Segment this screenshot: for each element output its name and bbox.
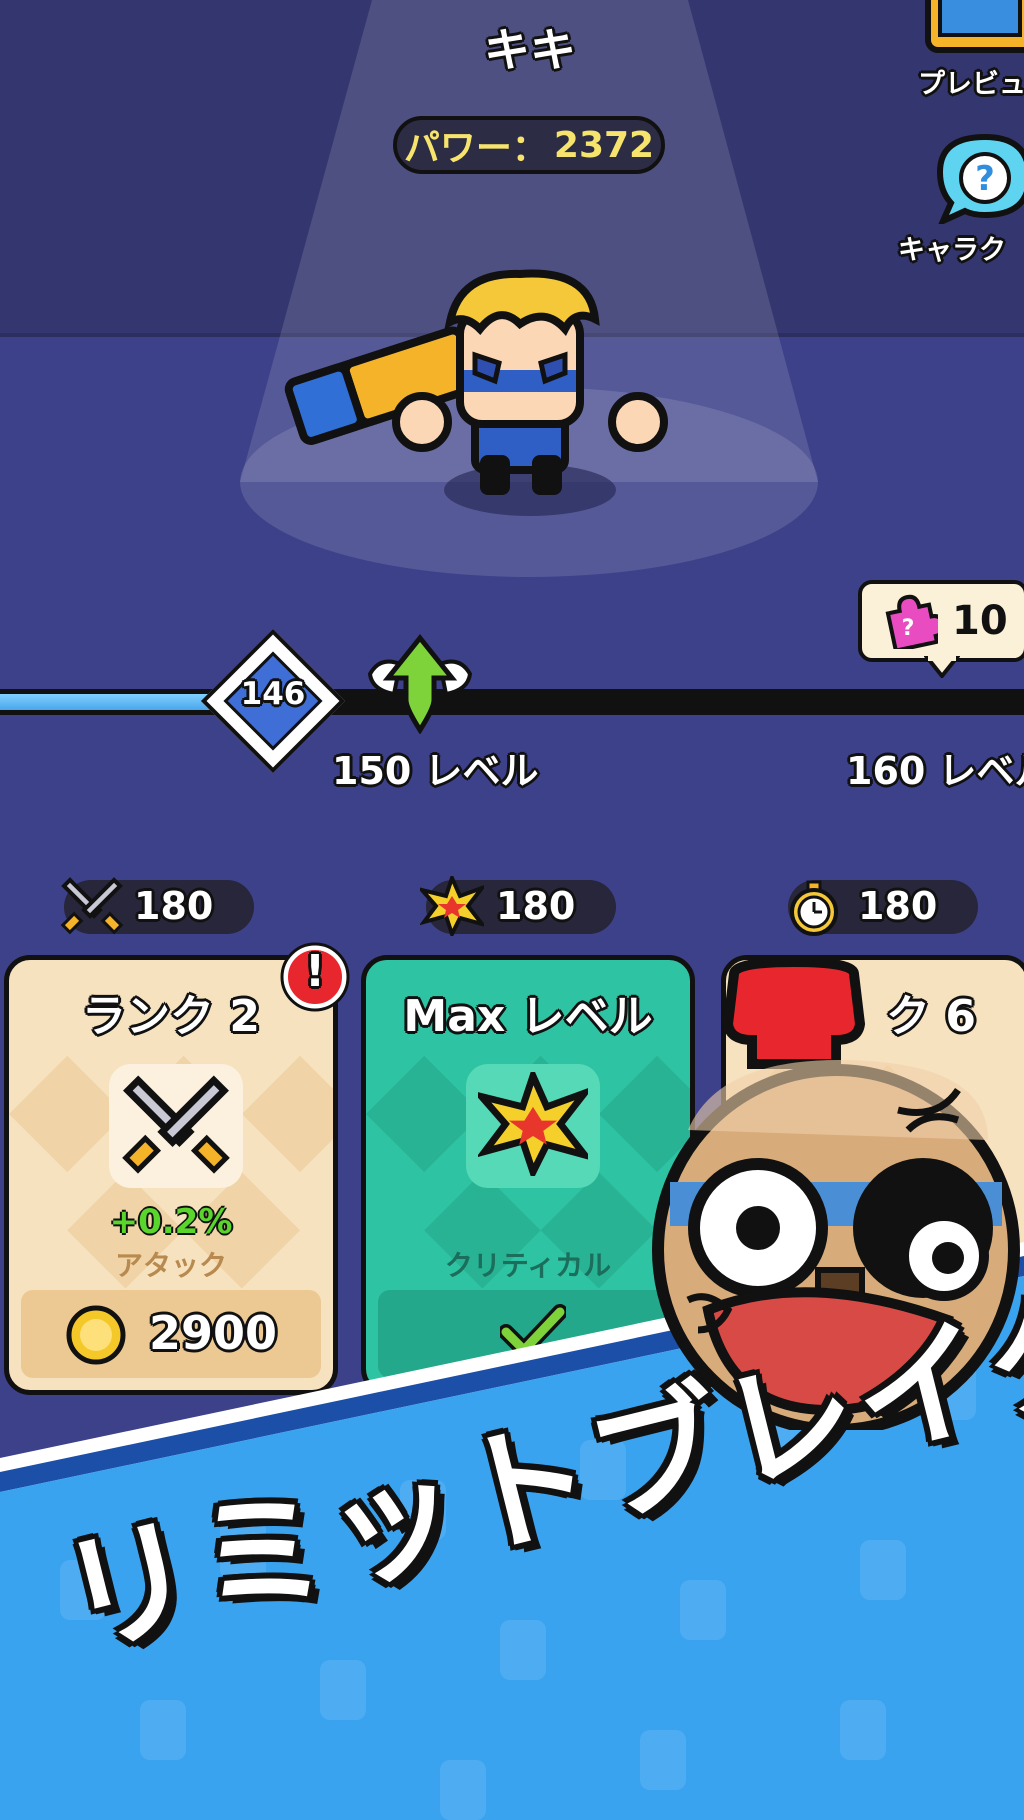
check-icon — [500, 1304, 566, 1358]
svg-text:?: ? — [975, 159, 995, 199]
current-level-value: 146 — [240, 676, 306, 712]
milestone-160-label: 160 レベル — [846, 749, 1024, 793]
puzzle-piece-count: 10 — [952, 598, 1008, 644]
crossed-swords-icon — [122, 1075, 230, 1174]
character-sprite — [284, 269, 668, 516]
level-progress-fill — [0, 694, 216, 710]
critical-max-card[interactable]: Max レベル クリティカル — [361, 955, 695, 1395]
power-label: パワー： — [403, 128, 548, 169]
puzzle-piece-icon: ? — [885, 594, 938, 649]
puzzle-piece-counter[interactable]: ? 10 — [858, 580, 1024, 662]
critical-burst-icon — [420, 876, 484, 936]
critical-burst-icon — [478, 1072, 588, 1176]
upgrade-cost-value: 2900 — [149, 1306, 278, 1360]
card-stat-name: クリティカル — [444, 1249, 612, 1282]
character-name: キキ — [484, 23, 576, 77]
speed-stat-value: 180 — [858, 884, 938, 928]
badge-pointer — [924, 656, 960, 678]
card-title: Max レベル — [403, 991, 653, 1042]
milestone-150-label: 150 レベル — [332, 749, 539, 793]
alert-badge-mark: ! — [304, 946, 326, 997]
power-value: 2372 — [553, 124, 655, 166]
character-button-label[interactable]: キャラク — [898, 228, 1006, 267]
card-stat-name: アタック — [114, 1249, 227, 1282]
power-display: パワー： 2372 — [393, 116, 665, 174]
preview-book-icon[interactable] — [920, 0, 1024, 62]
stopwatch-icon — [790, 880, 838, 936]
svg-text:?: ? — [902, 616, 915, 641]
critical-stat-value: 180 — [496, 884, 576, 928]
crossed-swords-icon — [60, 877, 124, 935]
card-bonus-value: +0.2% — [109, 1202, 233, 1242]
level-up-arrow-icon[interactable] — [364, 634, 476, 734]
rank-upgrade-card[interactable]: ランク 2 +0.2% アタック 2900 — [4, 955, 338, 1395]
preview-button-label[interactable]: プレビュ — [918, 62, 1024, 101]
attack-stat-value: 180 — [134, 884, 214, 928]
upgrade-cost-button[interactable]: 2900 — [21, 1290, 321, 1378]
character-help-icon[interactable]: ? — [930, 132, 1024, 224]
gold-coin-icon — [66, 1305, 126, 1365]
